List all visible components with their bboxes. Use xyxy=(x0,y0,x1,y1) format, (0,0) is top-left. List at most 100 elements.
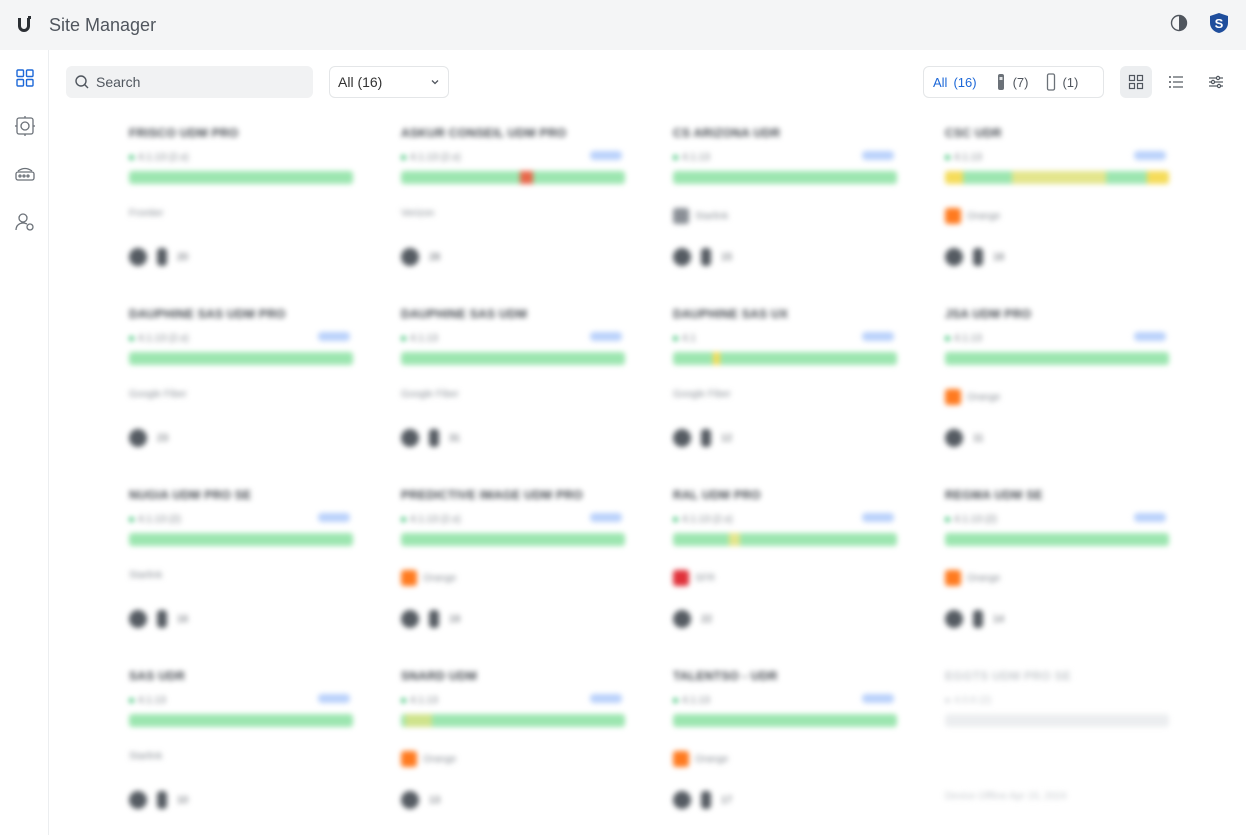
isp-label: Orange xyxy=(673,751,728,767)
network-icon xyxy=(14,116,35,136)
isp-label: Google Fiber xyxy=(129,389,187,400)
site-card[interactable]: NUGIA UDM PRO SE 4.1.13 (2) Starlink 16 xyxy=(129,482,354,652)
device-icon xyxy=(129,429,147,447)
device-summary: 28 xyxy=(401,248,440,266)
site-card[interactable]: CSC UDR 4.1.13 Orange 18 xyxy=(945,120,1170,290)
site-version: 4.1.13 xyxy=(945,152,982,163)
filters-button[interactable] xyxy=(1200,66,1232,98)
site-name: RAL UDM PRO xyxy=(673,488,761,502)
list-view-icon xyxy=(1169,76,1183,88)
update-badge xyxy=(318,332,350,341)
site-card[interactable]: JSA UDM PRO 4.1.13 Orange 11 xyxy=(945,301,1170,471)
uptime-segment xyxy=(1012,171,1107,184)
site-name: TALENTSO - UDR xyxy=(673,669,778,683)
site-card[interactable]: TALENTSO - UDR 4.1.13 Orange 17 xyxy=(673,663,898,833)
status-dot-icon xyxy=(129,336,134,341)
version-text: 4.1.13 xyxy=(954,333,982,344)
sidebar-item-devices[interactable] xyxy=(0,150,49,198)
offline-note: Device Offline Apr 15, 2024 xyxy=(945,791,1067,802)
isp-name: SFR xyxy=(695,572,715,584)
client-count: 10 xyxy=(177,794,189,806)
site-card[interactable]: DAUPHINE SAS UDM PRO 4.1.13 (2.x) Google F… xyxy=(129,301,354,471)
sidebar-item-dashboard[interactable] xyxy=(0,54,49,102)
status-dot-icon xyxy=(129,517,134,522)
uptime-segment xyxy=(405,714,433,727)
update-badge xyxy=(1134,513,1166,522)
isp-label: Frontier xyxy=(129,208,163,219)
account-avatar-icon[interactable]: S xyxy=(1208,12,1230,39)
device-icon xyxy=(945,610,963,628)
site-card[interactable]: DAUPHINE SAS UX 4.1 Google Fiber 12 xyxy=(673,301,898,471)
version-text: 4.1.13 xyxy=(682,152,710,163)
uptime-bar xyxy=(401,352,625,365)
client-count: 16 xyxy=(177,613,189,625)
site-card[interactable]: CS ARIZONA UDR 4.1.13 Starlink 15 xyxy=(673,120,898,290)
site-card[interactable]: EGGTS UDM PRO SE 4.0.6 (2) Device Offline … xyxy=(945,663,1170,833)
client-count: 18 xyxy=(993,251,1005,263)
filter-all[interactable]: All (16) xyxy=(924,67,986,97)
site-card[interactable]: DAUPHINE SAS UDM 4.1.13 Google Fiber 31 xyxy=(401,301,626,471)
site-version: 4.1.13 xyxy=(401,333,438,344)
site-version: 4.1.13 (2.x) xyxy=(129,152,189,163)
device-summary: 18 xyxy=(945,248,1004,266)
search-box[interactable] xyxy=(66,66,313,98)
device-icon xyxy=(401,791,419,809)
uptime-bar xyxy=(673,533,897,546)
uptime-bar xyxy=(129,533,353,546)
update-badge xyxy=(862,694,894,703)
grid-view-button[interactable] xyxy=(1120,66,1152,98)
isp-name: Orange xyxy=(967,391,1001,403)
chevron-down-icon xyxy=(431,80,439,85)
isp-label: Google Fiber xyxy=(673,389,731,400)
uptime-bar xyxy=(401,533,625,546)
site-card[interactable]: PREDICTIVE IMAGE UDM PRO 4.1.13 (2.x) Oran… xyxy=(401,482,626,652)
site-card[interactable]: RAL UDM PRO 4.1.13 (2.x) SFR 22 xyxy=(673,482,898,652)
site-filter-select[interactable]: All (16) xyxy=(329,66,449,98)
client-count: 17 xyxy=(721,794,733,806)
site-version: 4.1.13 (2.x) xyxy=(401,514,461,525)
user-settings-icon xyxy=(14,213,34,231)
site-card[interactable]: SNARD UDM 4.1.13 Orange 13 xyxy=(401,663,626,833)
site-card[interactable]: FRISCO UDM PRO 4.1.13 (2.x) Frontier 20 xyxy=(129,120,354,290)
site-version: 4.1.13 xyxy=(129,695,166,706)
list-view-button[interactable] xyxy=(1160,66,1192,98)
status-dot-icon xyxy=(673,698,678,703)
update-badge xyxy=(1134,151,1166,160)
uptime-bar xyxy=(401,714,625,727)
site-version: 4.0.6 (2) xyxy=(945,695,991,706)
site-version: 4.1 xyxy=(673,333,696,344)
status-dot-icon xyxy=(945,698,950,703)
site-name: REGMA UDM SE xyxy=(945,488,1043,502)
search-input[interactable] xyxy=(96,74,296,90)
svg-text:S: S xyxy=(1215,16,1224,31)
client-count: 14 xyxy=(993,613,1005,625)
version-text: 4.1.13 (2) xyxy=(138,514,181,525)
device-icon xyxy=(673,610,691,628)
isp-name: Google Fiber xyxy=(401,389,459,400)
device-icon xyxy=(973,248,983,266)
uptime-bar xyxy=(945,533,1169,546)
device-icon xyxy=(701,248,711,266)
search-icon xyxy=(75,75,89,89)
site-card[interactable]: SAS UDR 4.1.13 Starlink 10 xyxy=(129,663,354,833)
theme-toggle-icon[interactable] xyxy=(1170,14,1188,37)
isp-label: SFR xyxy=(673,570,715,586)
filter-gateways[interactable]: (7) xyxy=(986,67,1038,97)
filter-phones[interactable]: (1) xyxy=(1037,67,1087,97)
status-dot-icon xyxy=(401,698,406,703)
update-badge xyxy=(862,513,894,522)
uptime-bar xyxy=(673,714,897,727)
sidebar-item-users[interactable] xyxy=(0,198,49,246)
site-card[interactable]: ASKUR CONSEIL UDM PRO 4.1.13 (2.x) Verizon… xyxy=(401,120,626,290)
uptime-bar xyxy=(129,171,353,184)
site-card[interactable]: REGMA UDM SE 4.1.13 (2) Orange 14 xyxy=(945,482,1170,652)
device-summary: 11 xyxy=(945,429,983,447)
isp-label: Orange xyxy=(401,751,456,767)
device-summary: 19 xyxy=(401,610,460,628)
site-name: SNARD UDM xyxy=(401,669,478,683)
uptime-bar xyxy=(401,171,625,184)
grid-view-icon xyxy=(1128,74,1144,90)
client-count: 15 xyxy=(721,251,733,263)
ubiquiti-logo-icon[interactable] xyxy=(0,15,48,35)
sidebar-item-network[interactable] xyxy=(0,102,49,150)
